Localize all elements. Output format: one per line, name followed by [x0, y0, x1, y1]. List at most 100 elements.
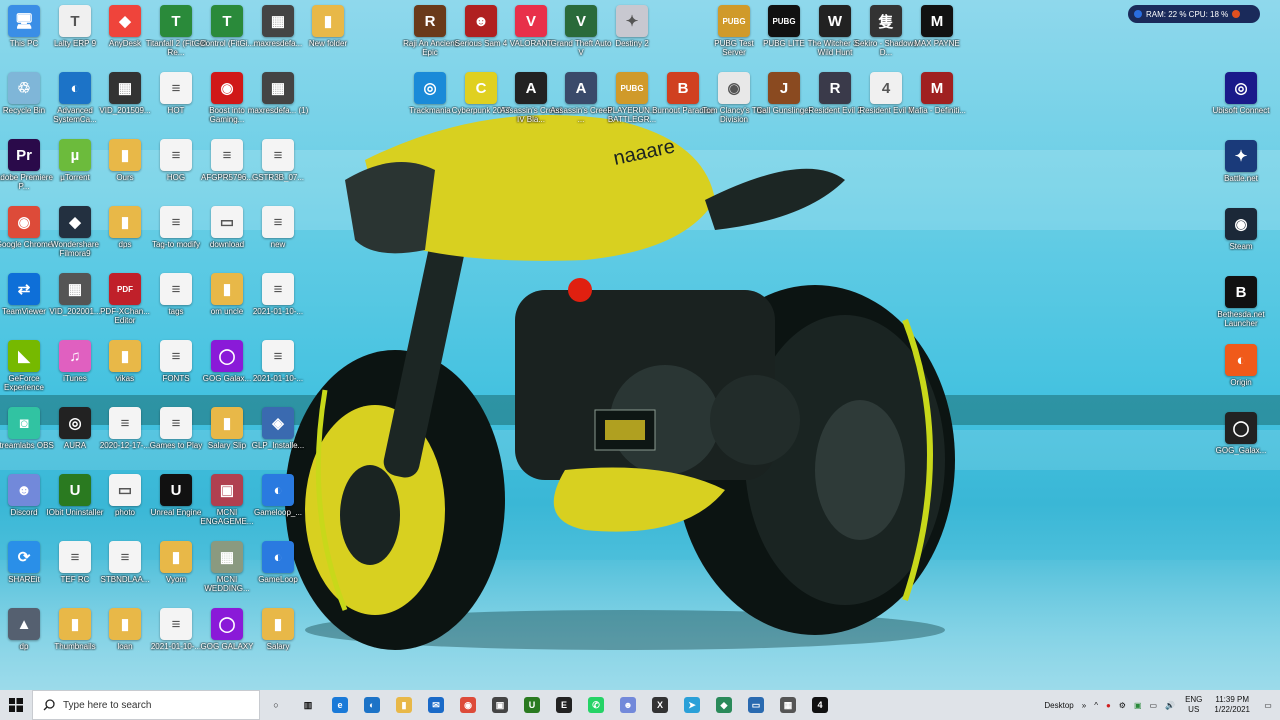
desktop-icon-glyph-icon: 隻	[870, 5, 902, 37]
taskbar-pinned-apps: ○ ▥ e ◐ ▮ ✉ ◉ ▣ U E ✆ ☻ X ➤ ◆ ▭ ▦ 4	[260, 690, 836, 720]
desktop-icon[interactable]: M Mafia - Definiti...	[905, 72, 969, 138]
desktop-icon-glyph-icon: ≡	[59, 541, 91, 573]
desktop-icon[interactable]: ✦ Destiny 2	[600, 5, 664, 71]
taskbar-app-advanced-systemcare[interactable]: ◐	[356, 690, 388, 720]
desktop-icon[interactable]: ▮ New folder	[296, 5, 360, 71]
desktop-icon-glyph-icon: T	[160, 5, 192, 37]
desktop-icon[interactable]: ▮ Salary	[246, 608, 310, 674]
taskbar-app-discord[interactable]: ☻	[612, 690, 644, 720]
speaker-icon[interactable]: 🔊	[1165, 701, 1175, 710]
desktop-icon[interactable]: ◈ GLP_Installe...	[246, 407, 310, 473]
desktop-icon[interactable]: M MAX PAYNE	[905, 5, 969, 71]
desktop-icon-label: GOG_Galax...	[1215, 446, 1267, 455]
taskbar-app-telegram[interactable]: ➤	[676, 690, 708, 720]
whatsapp-icon: ✆	[588, 697, 604, 713]
desktop-icon-glyph-icon: PUBG	[616, 72, 648, 104]
monitor-mic-icon	[1134, 10, 1142, 18]
desktop-icon[interactable]: ◐ GameLoop	[246, 541, 310, 607]
desktop-icon-glyph-icon: ≡	[160, 608, 192, 640]
desktop-icon-glyph-icon: ≡	[160, 206, 192, 238]
calculator-icon: ▦	[780, 697, 796, 713]
language-indicator[interactable]: ENG US	[1185, 695, 1202, 715]
desktop-icon-glyph-icon: ✦	[1225, 140, 1257, 172]
notification-center-button[interactable]: ▭	[1256, 690, 1280, 720]
desktop-icon[interactable]: ◉ Steam	[1209, 208, 1273, 274]
desktop-icon-glyph-icon: ◈	[262, 407, 294, 439]
desktop-icon-glyph-icon: V	[565, 5, 597, 37]
desktop-icon-glyph-icon: ✦	[616, 5, 648, 37]
desktop-icon-glyph-icon: ▮	[59, 608, 91, 640]
taskbar-app-mail[interactable]: ✉	[420, 690, 452, 720]
show-hidden-icons-icon[interactable]: ^	[1094, 701, 1098, 710]
epic-games-icon: E	[556, 697, 572, 713]
taskbar-app-xbox[interactable]: X	[644, 690, 676, 720]
desktop-icon[interactable]: B Bethesda.net Launcher	[1209, 276, 1273, 342]
desktop-icon-glyph-icon: ▮	[109, 608, 141, 640]
filmora-icon: ◆	[716, 697, 732, 713]
desktop-icon-glyph-icon: M	[921, 5, 953, 37]
taskbar-app-store[interactable]: ▣	[484, 690, 516, 720]
desktop-icon-glyph-icon: ⇄	[8, 273, 40, 305]
taskbar-app-chrome[interactable]: ◉	[452, 690, 484, 720]
desktop-icon-glyph-icon: ◉	[8, 206, 40, 238]
desktop-icon-label: Bethesda.net Launcher	[1217, 310, 1265, 328]
desktop-icon-glyph-icon: ▮	[262, 608, 294, 640]
tray-app-green-icon[interactable]: ▣	[1134, 701, 1142, 710]
desktop-icon-glyph-icon: U	[160, 474, 192, 506]
toolbar-chevron-icon[interactable]: »	[1082, 701, 1086, 710]
desktop-icon-label: GLP_Installe...	[251, 441, 305, 450]
desktop-icon-glyph-icon: ⟳	[8, 541, 40, 573]
taskbar-app-resident-evil-4[interactable]: 4	[804, 690, 836, 720]
taskbar-app-cortana[interactable]: ○	[260, 690, 292, 720]
taskbar-app-edge[interactable]: e	[324, 690, 356, 720]
network-icon[interactable]: ▭	[1150, 701, 1158, 710]
desktop-icon-glyph-icon: ♲	[8, 72, 40, 104]
taskbar-app-file-explorer[interactable]: ▮	[388, 690, 420, 720]
taskbar-app-iobit[interactable]: U	[516, 690, 548, 720]
desktop-icon[interactable]: ◐ Origin	[1209, 344, 1273, 410]
desktop-icon-glyph-icon: C	[465, 72, 497, 104]
desktop-icon-glyph-icon: ◐	[262, 541, 294, 573]
desktop-icon-glyph-icon: ▮	[211, 273, 243, 305]
taskbar-app-calculator[interactable]: ▦	[772, 690, 804, 720]
start-button[interactable]	[0, 690, 32, 720]
desktop-icon[interactable]: ▦ maxresdefa... (1)	[246, 72, 310, 138]
clock-time: 11:39 PM	[1215, 695, 1250, 704]
desktop-icon-glyph-icon: 🖥	[8, 5, 40, 37]
tray-app-icon[interactable]: ⚙	[1119, 701, 1126, 710]
clock[interactable]: 11:39 PM 1/22/2021	[1214, 695, 1250, 715]
desktop-icon[interactable]: ◯ GOG_Galax...	[1209, 412, 1273, 478]
desktop-icon[interactable]: ≡ GSTR3B_07...	[246, 139, 310, 205]
desktop-icon-glyph-icon: ◐	[1225, 344, 1257, 376]
desktop-icon[interactable]: ◐ Gameloop_...	[246, 474, 310, 540]
taskbar-app-epic-games[interactable]: E	[548, 690, 580, 720]
search-placeholder: Type here to search	[63, 699, 152, 711]
xbox-icon: X	[652, 697, 668, 713]
desktop-icon[interactable]: ≡ 2021-01-10-...	[246, 340, 310, 406]
desktop-icon-glyph-icon: ▭	[211, 206, 243, 238]
desktop-icon[interactable]: ◎ Ubisoft Connect	[1209, 72, 1273, 138]
desktop-icon-glyph-icon: ▦	[262, 5, 294, 37]
desktop-icon-glyph-icon: R	[819, 72, 851, 104]
desktop-icon[interactable]: ≡ 2021-01-10-...	[246, 273, 310, 339]
desktop-icon[interactable]: ✦ Battle.net	[1209, 140, 1273, 206]
desktop-toolbar-label[interactable]: Desktop	[1044, 701, 1073, 710]
desktop-icon-label: Steam	[1229, 242, 1253, 251]
desktop-icon-glyph-icon: ≡	[262, 340, 294, 372]
desktop-icon-glyph-icon: ≡	[211, 139, 243, 171]
desktop-icon[interactable]: ≡ new	[246, 206, 310, 272]
desktop-icon-glyph-icon: ◆	[59, 206, 91, 238]
telegram-icon: ➤	[684, 697, 700, 713]
desktop-icon-label: MAX PAYNE	[914, 39, 960, 48]
desktop-icon-glyph-icon: ▦	[211, 541, 243, 573]
monitor-text: RAM: 22 % CPU: 18 %	[1146, 9, 1229, 19]
taskbar-app-remote-desktop[interactable]: ▭	[740, 690, 772, 720]
taskbar-app-task-view[interactable]: ▥	[292, 690, 324, 720]
taskbar-search-box[interactable]: Type here to search	[32, 690, 260, 720]
taskbar-app-filmora[interactable]: ◆	[708, 690, 740, 720]
desktop-icon-glyph-icon: ▦	[262, 72, 294, 104]
tray-app-red-icon[interactable]: ●	[1106, 701, 1111, 710]
taskbar-app-whatsapp[interactable]: ✆	[580, 690, 612, 720]
resource-monitor-widget[interactable]: RAM: 22 % CPU: 18 %	[1128, 5, 1260, 23]
desktop-icon-glyph-icon: ▮	[312, 5, 344, 37]
